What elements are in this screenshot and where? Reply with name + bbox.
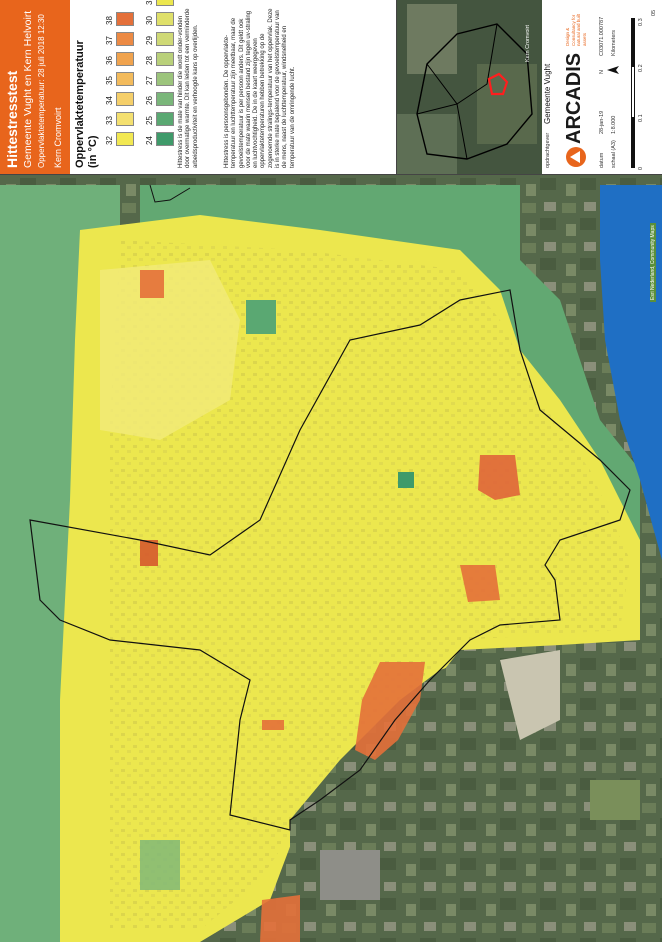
legend-swatch-label: 27 <box>145 76 154 85</box>
company-name: ARCADIS <box>563 52 585 144</box>
scale-value: 1:8.000 <box>611 115 617 134</box>
legend-swatch-label: 37 <box>105 36 114 45</box>
legend-title-line1: Oppervlaktetemperatuur <box>74 40 86 168</box>
date-label: datum <box>599 152 605 168</box>
inset-map[interactable]: Kern Cromvoirt <box>396 0 542 174</box>
scalebar <box>631 18 635 168</box>
company-tagline: Design & Consultancy for natural and bui… <box>565 13 587 46</box>
legend-swatch <box>156 112 174 126</box>
legend-swatch <box>116 132 134 146</box>
scale-label: schaal (A3) <box>611 140 617 168</box>
legend-swatch-label: 29 <box>145 36 154 45</box>
hot-spot <box>478 455 520 500</box>
legend-title: Oppervlaktetemperatuur (in °C) <box>74 40 100 168</box>
hot-spot <box>260 895 300 942</box>
title-block: Hittestresstest Gemeente Vught en Kern H… <box>0 0 70 174</box>
project-number: C03071.000787 <box>599 16 605 56</box>
legend-swatch-label: 26 <box>145 96 154 105</box>
arcadis-logo-icon <box>566 147 586 167</box>
legend-swatch-label: 28 <box>145 56 154 65</box>
legend-swatch <box>116 92 134 106</box>
inset-label: Kern Cromvoirt <box>525 25 531 62</box>
legend-swatch <box>156 92 174 106</box>
legend-swatch-label: 31 <box>145 0 154 5</box>
map-kern: Kern Cromvoirt <box>53 107 63 168</box>
hot-spot <box>262 720 284 730</box>
north-label: N <box>599 70 605 74</box>
info-block: opdrachtgever Gemeente Vught ARCADIS Des… <box>541 0 662 174</box>
legend-swatch-label: 32 <box>105 136 114 145</box>
date-value: 28-jan-19 <box>599 110 605 134</box>
scalebar-tick: 0.2 <box>638 64 644 72</box>
legend-swatch <box>156 72 174 86</box>
legend-swatch <box>116 12 134 26</box>
legend-swatch <box>156 32 174 46</box>
legend-title-line2: (in °C) <box>87 135 99 168</box>
legend-swatch <box>116 52 134 66</box>
scalebar-tick: 0 <box>638 166 644 170</box>
map-timestamp: Oppervlaktetemperatuur: 28 juli 2018 12:… <box>37 14 46 168</box>
sheet-number: 05 <box>651 9 657 16</box>
legend-swatch-label: 24 <box>145 136 154 145</box>
scalebar-unit: Kilometers <box>611 30 617 56</box>
client-name: Gemeente Vught <box>543 63 552 124</box>
legend-panel: Hittestresstest Gemeente Vught en Kern H… <box>0 0 662 175</box>
cool-spot <box>140 840 180 890</box>
cool-spot <box>246 300 276 334</box>
map-subtitle: Gemeente Vught en Kern Helvoirt <box>22 10 34 168</box>
description-p1: Hittestress is de mate van hinder die wo… <box>178 8 199 168</box>
legend-swatch <box>116 72 134 86</box>
legend-swatch-label: 25 <box>145 116 154 125</box>
inset-map-graphic <box>397 0 542 174</box>
legend-swatch <box>156 0 174 6</box>
legend-swatch <box>116 32 134 46</box>
hot-spot <box>140 270 164 298</box>
legend-swatch-label: 30 <box>145 16 154 25</box>
hot-spot <box>140 540 158 566</box>
scalebar-tick: 0.1 <box>638 114 644 122</box>
map-title: Hittestresstest <box>4 70 20 168</box>
cool-spot <box>398 472 414 488</box>
legend-swatch <box>156 52 174 66</box>
legend-swatch-label: 36 <box>105 56 114 65</box>
legend-swatch-label: 34 <box>105 96 114 105</box>
legend-swatch-label: 38 <box>105 16 114 25</box>
legend-swatch <box>156 12 174 26</box>
scalebar-tick: 0.3 <box>638 18 644 26</box>
buildings-patch <box>320 850 380 900</box>
client-label: opdrachtgever <box>545 132 551 168</box>
field-patch-2 <box>590 780 640 820</box>
legend-swatch <box>156 132 174 146</box>
legend-swatch <box>116 112 134 126</box>
description-p2: Hittestress is persoonsgebonden. De oppe… <box>224 8 296 168</box>
legend-swatch-label: 35 <box>105 76 114 85</box>
legend-swatch-label: 33 <box>105 116 114 125</box>
north-arrow-icon <box>607 66 619 74</box>
